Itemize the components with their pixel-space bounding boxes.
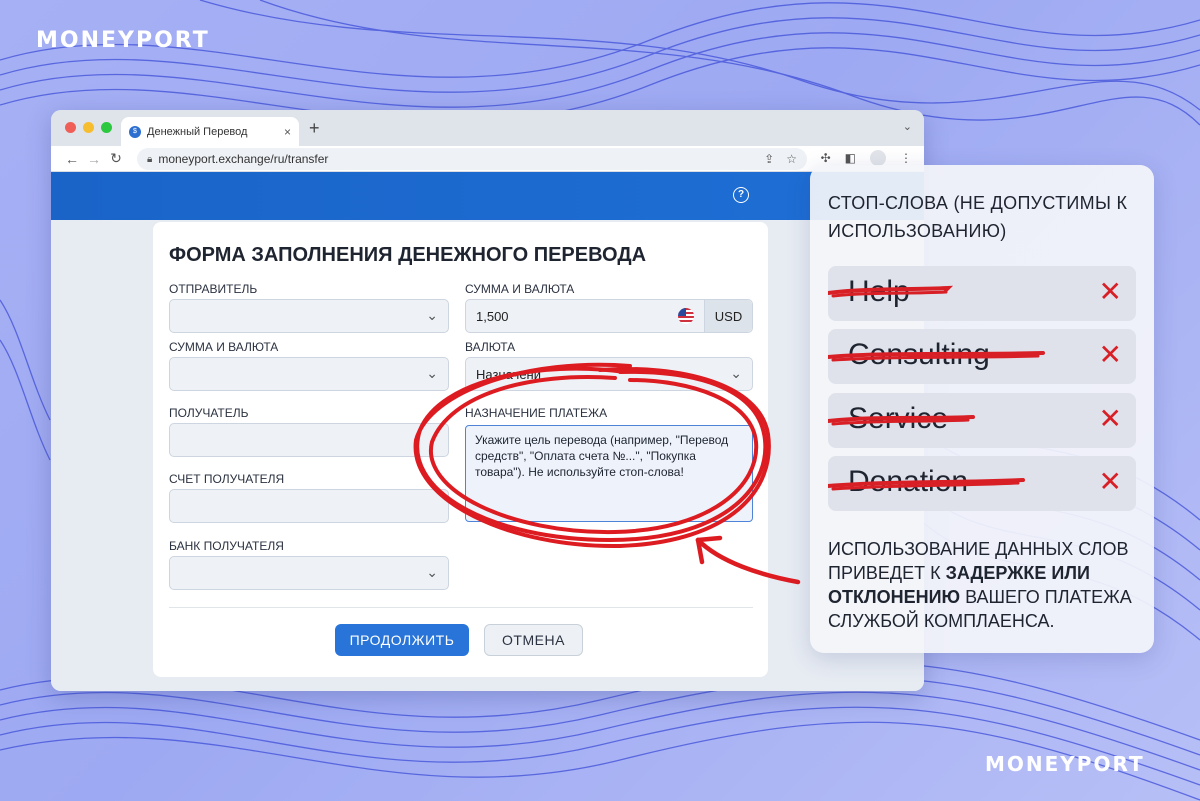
recipient-label: ПОЛУЧАТЕЛЬ xyxy=(169,406,249,420)
cancel-button[interactable]: ОТМЕНА xyxy=(484,624,583,656)
minimize-window-button[interactable] xyxy=(83,122,94,133)
close-x-icon: ✕ xyxy=(1098,466,1122,497)
strikethrough-mark xyxy=(828,351,1045,362)
sidebar-icon[interactable]: ◧ xyxy=(845,151,856,165)
new-tab-button[interactable]: + xyxy=(309,118,320,139)
brand-logo-top: MONEYPORT xyxy=(36,28,210,53)
share-icon[interactable]: ⇪ xyxy=(764,152,774,166)
account-input[interactable] xyxy=(169,489,449,523)
extensions-icon[interactable]: ✣ xyxy=(821,151,831,165)
currency-label: ВАЛЮТА xyxy=(465,340,516,354)
tab-search-icon[interactable]: ⌄ xyxy=(903,120,912,133)
back-icon[interactable]: ← xyxy=(61,151,83,167)
purpose-textarea[interactable]: Укажите цель перевода (например, "Перево… xyxy=(465,425,753,522)
tab-title: Денежный Перевод xyxy=(147,125,248,138)
forward-icon[interactable]: → xyxy=(83,151,105,167)
amount-label: СУММА И ВАЛЮТА xyxy=(465,282,575,296)
amount-input[interactable]: 1,500 USD xyxy=(465,299,753,333)
star-icon[interactable]: ☆ xyxy=(786,152,797,166)
stop-words-panel: СТОП-СЛОВА (НЕ ДОПУСТИМЫ К ИСПОЛЬЗОВАНИЮ… xyxy=(810,165,1154,653)
bank-label: БАНК ПОЛУЧАТЕЛЯ xyxy=(169,539,284,553)
transfer-form-card: ФОРМА ЗАПОЛНЕНИЯ ДЕНЕЖНОГО ПЕРЕВОДА ОТПР… xyxy=(153,222,768,677)
close-x-icon: ✕ xyxy=(1098,339,1122,370)
stop-word-item: Donation ✕ xyxy=(828,456,1136,511)
account-label: СЧЕТ ПОЛУЧАТЕЛЯ xyxy=(169,472,285,486)
brand-logo-bottom: MONEYPORT xyxy=(985,752,1145,776)
close-x-icon: ✕ xyxy=(1098,276,1122,307)
stop-words-title: СТОП-СЛОВА (НЕ ДОПУСТИМЫ К ИСПОЛЬЗОВАНИЮ… xyxy=(828,193,1128,241)
browser-window: $ Денежный Перевод × + ⌄ ← → ↻ 🔒︎ moneyp… xyxy=(51,110,924,691)
lock-icon: 🔒︎ xyxy=(147,153,153,165)
maximize-window-button[interactable] xyxy=(101,122,112,133)
sender-label: ОТПРАВИТЕЛЬ xyxy=(169,282,258,296)
window-controls xyxy=(65,122,112,133)
favicon-icon: $ xyxy=(129,125,141,138)
amount-currency-label: СУММА И ВАЛЮТА xyxy=(169,340,279,354)
stop-word-item: Service ✕ xyxy=(828,393,1136,448)
us-flag-icon xyxy=(678,308,694,324)
site-header: ? xyxy=(51,172,924,220)
profile-avatar[interactable] xyxy=(870,150,886,166)
bank-select[interactable]: ⌄ xyxy=(169,556,449,590)
chevron-down-icon: ⌄ xyxy=(426,365,438,381)
sender-select[interactable]: ⌄ xyxy=(169,299,449,333)
browser-toolbar: ← → ↻ 🔒︎ moneyport.exchange/ru/transfer … xyxy=(51,146,924,172)
url-text: moneyport.exchange/ru/transfer xyxy=(158,152,329,166)
strikethrough-mark xyxy=(828,415,975,426)
chevron-down-icon: ⌄ xyxy=(730,365,742,381)
close-tab-icon[interactable]: × xyxy=(284,125,291,139)
tab-bar: $ Денежный Перевод × + ⌄ xyxy=(51,110,924,146)
currency-value: Назначени xyxy=(476,366,541,382)
amount-value: 1,500 xyxy=(476,308,509,324)
address-bar[interactable]: 🔒︎ moneyport.exchange/ru/transfer ⇪ ☆ xyxy=(137,148,807,170)
amount-currency-select[interactable]: ⌄ xyxy=(169,357,449,391)
stop-word-item: Consulting ✕ xyxy=(828,329,1136,384)
help-icon[interactable]: ? xyxy=(733,187,749,203)
chevron-down-icon: ⌄ xyxy=(426,307,438,323)
browser-tab[interactable]: $ Денежный Перевод × xyxy=(121,117,299,146)
form-divider xyxy=(169,607,753,608)
menu-icon[interactable]: ⋮ xyxy=(900,151,912,165)
stop-words-warning: ИСПОЛЬЗОВАНИЕ ДАННЫХ СЛОВ ПРИВЕДЕТ К ЗАД… xyxy=(828,537,1148,633)
currency-code[interactable]: USD xyxy=(704,300,752,332)
close-window-button[interactable] xyxy=(65,122,76,133)
stop-word-item: Help ✕ xyxy=(828,266,1136,321)
recipient-input[interactable] xyxy=(169,423,449,457)
web-page: ? ФОРМА ЗАПОЛНЕНИЯ ДЕНЕЖНОГО ПЕРЕВОДА ОТ… xyxy=(51,172,924,691)
reload-icon[interactable]: ↻ xyxy=(105,150,127,167)
strikethrough-mark xyxy=(828,285,954,298)
form-title: ФОРМА ЗАПОЛНЕНИЯ ДЕНЕЖНОГО ПЕРЕВОДА xyxy=(169,244,647,266)
currency-select[interactable]: Назначени ⌄ xyxy=(465,357,753,391)
chevron-down-icon: ⌄ xyxy=(426,564,438,580)
strikethrough-mark xyxy=(828,478,1025,491)
close-x-icon: ✕ xyxy=(1098,403,1122,434)
purpose-label: НАЗНАЧЕНИЕ ПЛАТЕЖА xyxy=(465,406,608,420)
continue-button[interactable]: ПРОДОЛЖИТЬ xyxy=(335,624,469,656)
